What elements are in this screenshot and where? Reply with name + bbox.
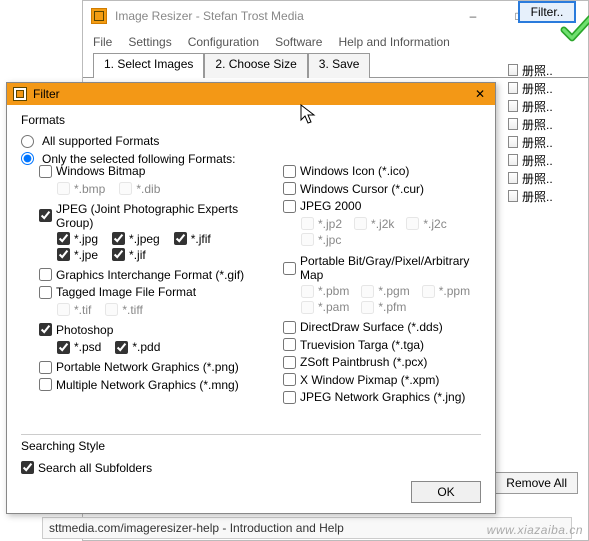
list-item: 册照..	[508, 133, 578, 151]
tab-choose-size[interactable]: 2. Choose Size	[204, 53, 307, 78]
file-icon	[508, 190, 518, 202]
file-icon	[508, 136, 518, 148]
menu-configuration[interactable]: Configuration	[188, 35, 259, 49]
list-item: 册照..	[508, 61, 578, 79]
cb-jif[interactable]: *.jif	[112, 248, 146, 262]
cb-j2k: *.j2k	[354, 217, 394, 231]
cb-jp2: *.jp2	[301, 217, 342, 231]
file-icon	[508, 64, 518, 76]
list-item: 册照..	[508, 169, 578, 187]
cb-mng[interactable]: Multiple Network Graphics (*.mng)	[39, 378, 239, 392]
cb-portable-map[interactable]: Portable Bit/Gray/Pixel/Arbitrary Map	[283, 254, 488, 282]
list-item: 册照..	[508, 187, 578, 205]
file-icon	[508, 100, 518, 112]
window-title: Image Resizer - Stefan Trost Media	[115, 9, 304, 23]
cb-tif: *.tif	[57, 303, 91, 317]
dialog-icon	[13, 87, 27, 101]
cb-pbm: *.pbm	[301, 284, 349, 298]
dialog-close-button[interactable]: ✕	[465, 87, 495, 101]
cb-j2c: *.j2c	[406, 217, 446, 231]
cb-pcx[interactable]: ZSoft Paintbrush (*.pcx)	[283, 355, 427, 369]
menubar: File Settings Configuration Software Hel…	[83, 31, 588, 53]
list-item: 册照..	[508, 151, 578, 169]
app-icon	[91, 8, 107, 24]
radio-all-formats[interactable]: All supported Formats	[21, 134, 159, 148]
cb-jpe[interactable]: *.jpe	[57, 248, 98, 262]
cb-search-subfolders[interactable]: Search all Subfolders	[21, 461, 152, 475]
cb-windows-bitmap[interactable]: Windows Bitmap	[39, 164, 145, 178]
cb-tga[interactable]: Truevision Targa (*.tga)	[283, 338, 424, 352]
list-item: 册照..	[508, 115, 578, 133]
cb-png[interactable]: Portable Network Graphics (*.png)	[39, 360, 239, 374]
cb-xpm[interactable]: X Window Pixmap (*.xpm)	[283, 373, 439, 387]
file-icon	[508, 172, 518, 184]
cb-pdd[interactable]: *.pdd	[115, 340, 160, 354]
cb-jpeg2000[interactable]: JPEG 2000	[283, 199, 361, 213]
cb-gif[interactable]: Graphics Interchange Format (*.gif)	[39, 268, 244, 282]
dialog-titlebar: Filter ✕	[7, 83, 495, 105]
cb-ico[interactable]: Windows Icon (*.ico)	[283, 164, 409, 178]
help-strip: sttmedia.com/imageresizer-help - Introdu…	[42, 517, 572, 539]
menu-help[interactable]: Help and Information	[338, 35, 449, 49]
cb-ppm: *.ppm	[422, 284, 470, 298]
cb-cur[interactable]: Windows Cursor (*.cur)	[283, 182, 424, 196]
minimize-button[interactable]: –	[450, 1, 496, 31]
cb-dib: *.dib	[119, 182, 160, 196]
formats-label: Formats	[21, 113, 481, 127]
cb-pfm: *.pfm	[361, 300, 406, 314]
cb-jng[interactable]: JPEG Network Graphics (*.jng)	[283, 390, 465, 404]
cb-pam: *.pam	[301, 300, 349, 314]
cb-pgm: *.pgm	[361, 284, 409, 298]
searching-style-label: Searching Style	[21, 439, 105, 453]
cb-jfif[interactable]: *.jfif	[174, 232, 211, 246]
list-item: 册照..	[508, 97, 578, 115]
file-list[interactable]: 册照.. 册照.. 册照.. 册照.. 册照.. 册照.. 册照.. 册照..	[508, 61, 578, 205]
cb-jpeg-group[interactable]: JPEG (Joint Photographic Experts Group)	[39, 202, 271, 230]
menu-settings[interactable]: Settings	[128, 35, 171, 49]
menu-software[interactable]: Software	[275, 35, 322, 49]
file-icon	[508, 118, 518, 130]
tab-save[interactable]: 3. Save	[308, 53, 371, 78]
cb-tiff-group[interactable]: Tagged Image File Format	[39, 285, 196, 299]
file-icon	[508, 82, 518, 94]
titlebar: Image Resizer - Stefan Trost Media – □ ✕	[83, 1, 588, 31]
check-icon	[560, 15, 589, 43]
cb-tiff: *.tiff	[105, 303, 142, 317]
file-icon	[508, 154, 518, 166]
cb-dds[interactable]: DirectDraw Surface (*.dds)	[283, 320, 443, 334]
cb-psd[interactable]: *.psd	[57, 340, 101, 354]
cb-photoshop[interactable]: Photoshop	[39, 323, 113, 337]
menu-file[interactable]: File	[93, 35, 112, 49]
cb-jpeg[interactable]: *.jpeg	[112, 232, 160, 246]
tab-select-images[interactable]: 1. Select Images	[93, 53, 204, 78]
list-item: 册照..	[508, 79, 578, 97]
cb-jpg[interactable]: *.jpg	[57, 232, 98, 246]
dialog-title: Filter	[33, 87, 60, 101]
remove-all-button[interactable]: Remove All	[495, 472, 578, 494]
filter-dialog: Filter ✕ Formats All supported Formats O…	[6, 82, 496, 514]
cb-jpc: *.jpc	[301, 233, 341, 247]
cb-bmp: *.bmp	[57, 182, 105, 196]
ok-button[interactable]: OK	[411, 481, 481, 503]
